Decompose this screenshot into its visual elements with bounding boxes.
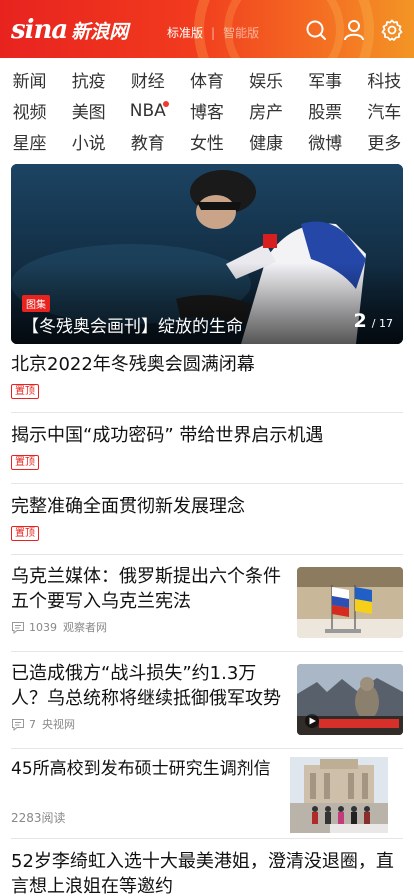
nav-item-weibo[interactable]: 微博 [296, 129, 355, 154]
nav-item-auto[interactable]: 汽车 [355, 98, 414, 123]
nav-item-tech[interactable]: 科技 [355, 67, 414, 92]
news-item[interactable]: 揭示中国“成功密码” 带给世界启示机遇 置顶 [11, 413, 403, 484]
read-count: 2283阅读 [11, 811, 66, 825]
news-source: 观察者网 [63, 621, 107, 634]
news-item[interactable]: 52岁李绮虹入选十大最美港姐，澄清没退圈，直言想上浪姐在等邀约 [11, 839, 403, 896]
gallery-current-page: 2 [353, 310, 367, 332]
nav-item-house[interactable]: 房产 [237, 98, 296, 123]
channel-nav: 新闻 抗疫 财经 体育 娱乐 军事 科技 视频 美图 NBA 博客 房产 股票 … [0, 64, 414, 157]
user-icon[interactable] [343, 19, 365, 41]
hero-gallery[interactable]: 图集 【冬残奥会画刊】绽放的生命 2 / 17 [11, 164, 403, 344]
nav-row: 视频 美图 NBA 博客 房产 股票 汽车 [0, 95, 414, 126]
nav-item-news[interactable]: 新闻 [0, 67, 59, 92]
nav-item-astrology[interactable]: 星座 [0, 129, 59, 154]
nav-item-women[interactable]: 女性 [177, 129, 236, 154]
version-switch: 标准版 | 智能版 [167, 24, 259, 41]
nav-item-finance[interactable]: 财经 [118, 67, 177, 92]
nav-item-education[interactable]: 教育 [118, 129, 177, 154]
version-separator: | [211, 25, 216, 40]
logo-sina-text: sina [11, 15, 68, 45]
comment-icon [12, 621, 24, 634]
news-title: 已造成俄方“战斗损失”约1.3万人？乌总统称将继续抵御俄军攻势 [11, 663, 281, 709]
nav-item-antiepidemic[interactable]: 抗疫 [59, 67, 118, 92]
pinned-badge: 置顶 [11, 455, 39, 470]
pinned-badge: 置顶 [11, 526, 39, 541]
nav-item-entertainment[interactable]: 娱乐 [237, 67, 296, 92]
news-thumbnail [297, 664, 403, 735]
news-title: 揭示中国“成功密码” 带给世界启示机遇 [11, 425, 324, 446]
news-source: 央视网 [42, 718, 75, 731]
nav-item-nba-label: NBA [129, 100, 166, 121]
nav-item-military[interactable]: 军事 [296, 67, 355, 92]
nav-item-blog[interactable]: 博客 [177, 98, 236, 123]
comment-count: 1039 [29, 620, 57, 634]
smart-version-link[interactable]: 智能版 [223, 24, 259, 41]
gallery-pager: 2 / 17 [353, 310, 393, 332]
news-title: 北京2022年冬残奥会圆满闭幕 [11, 354, 255, 375]
logo-cn-text: 新浪网 [71, 20, 129, 43]
nav-item-novel[interactable]: 小说 [59, 129, 118, 154]
flags-image [297, 567, 403, 638]
nav-item-video[interactable]: 视频 [0, 98, 59, 123]
campus-image [290, 757, 388, 833]
search-icon[interactable] [305, 19, 327, 41]
nav-item-stocks[interactable]: 股票 [296, 98, 355, 123]
nav-item-nba[interactable]: NBA [118, 100, 177, 121]
nav-row: 新闻 抗疫 财经 体育 娱乐 军事 科技 [0, 64, 414, 95]
news-title: 完整准确全面贯彻新发展理念 [11, 496, 245, 517]
nav-item-health[interactable]: 健康 [237, 129, 296, 154]
hero-title: 【冬残奥会画刊】绽放的生命 [22, 317, 243, 337]
nav-row: 星座 小说 教育 女性 健康 微博 更多 [0, 126, 414, 157]
news-item[interactable]: 北京2022年冬残奥会圆满闭幕 置顶 [11, 350, 403, 413]
news-thumbnail [290, 757, 388, 833]
news-thumbnail [297, 567, 403, 638]
nav-item-photos[interactable]: 美图 [59, 98, 118, 123]
comment-count: 7 [29, 717, 36, 731]
nav-item-more[interactable]: 更多 [355, 129, 414, 154]
news-item[interactable]: 已造成俄方“战斗损失”约1.3万人？乌总统称将继续抵御俄军攻势 7 央视网 [11, 652, 403, 749]
news-title: 45所高校到发布硕士研究生调剂信 [11, 759, 271, 779]
top-header: sina 新浪网 标准版 | 智能版 [0, 0, 414, 58]
nav-item-sports[interactable]: 体育 [177, 67, 236, 92]
pinned-badge: 置顶 [11, 384, 39, 399]
gallery-tag: 图集 [22, 295, 50, 312]
gallery-total-pages: / 17 [371, 317, 393, 330]
new-dot-badge [163, 100, 170, 107]
news-item[interactable]: 45所高校到发布硕士研究生调剂信 2283阅读 [11, 749, 403, 839]
sina-logo[interactable]: sina 新浪网 [11, 14, 128, 46]
video-image [297, 664, 403, 735]
comment-icon [12, 718, 24, 731]
standard-version-link[interactable]: 标准版 [167, 24, 203, 41]
news-item[interactable]: 乌克兰媒体：俄罗斯提出六个条件五个要写入乌克兰宪法 1039 观察者网 [11, 555, 403, 652]
news-item[interactable]: 完整准确全面贯彻新发展理念 置顶 [11, 484, 403, 555]
news-title: 乌克兰媒体：俄罗斯提出六个条件五个要写入乌克兰宪法 [11, 566, 281, 612]
news-title: 52岁李绮虹入选十大最美港姐，澄清没退圈，直言想上浪姐在等邀约 [11, 851, 394, 896]
settings-icon[interactable] [381, 19, 403, 41]
